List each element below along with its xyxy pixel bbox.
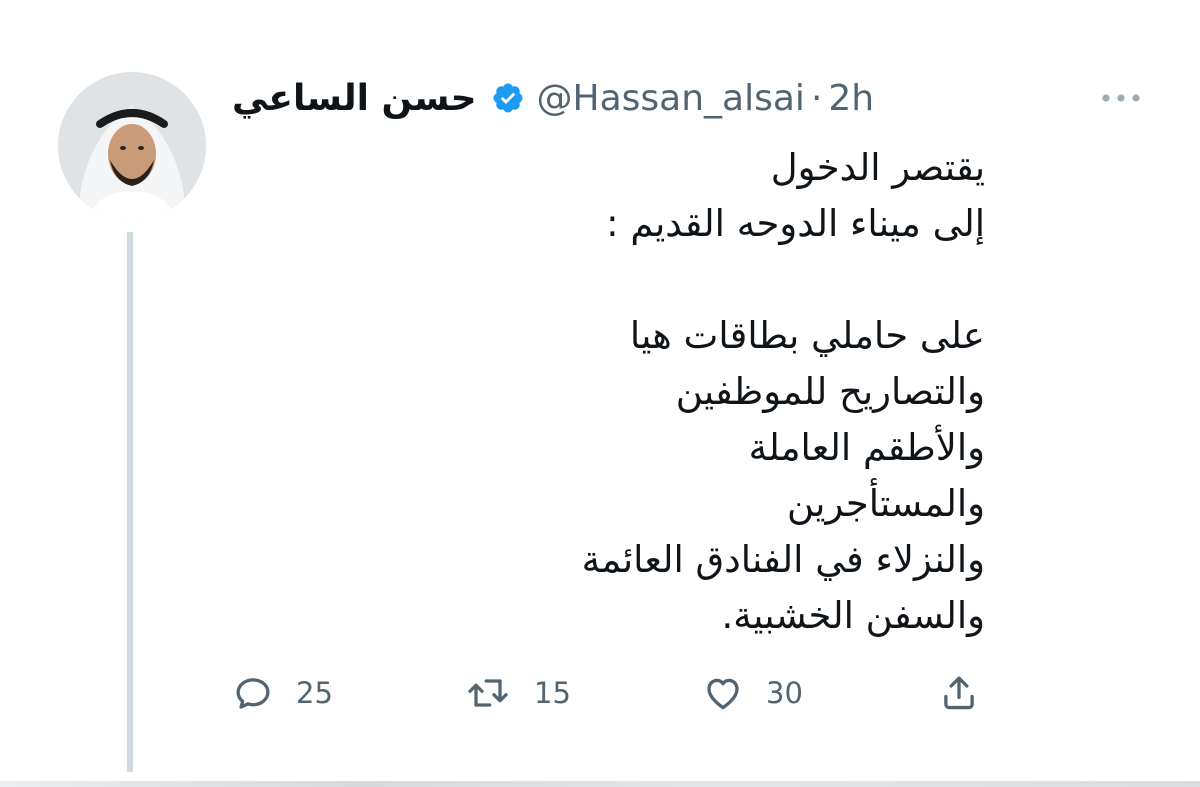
thread-connector-line [127,232,133,772]
next-tweet-edge-divider [0,781,1200,787]
tweet-body: يقتصر الدخول إلى ميناء الدوحه القديم : ع… [225,140,985,644]
reply-count: 25 [296,676,333,710]
like-button[interactable]: 30 [702,668,803,718]
retweet-count: 15 [534,676,571,710]
tweet-body-line: والتصاريح للموظفين [675,370,985,413]
retweet-arrows-icon [468,679,508,707]
reply-bubble-icon [236,678,270,709]
avatar-portrait-icon [58,72,206,220]
reply-button[interactable]: 25 [232,668,333,718]
tweet-body-line: يقتصر الدخول [770,146,985,189]
tweet-header: حسن الساعي @Hassan_alsai · 2h [232,72,874,124]
tweet-body-line: والنزلاء في الفنادق العائمة [581,538,985,581]
author-avatar[interactable] [58,72,206,220]
verified-badge-icon [491,81,525,115]
tweet-body-line: والسفن الخشبية. [721,594,985,637]
author-name[interactable]: حسن الساعي [232,78,477,119]
heart-icon [707,678,739,710]
tweet-body-line: والمستأجرين [786,482,985,525]
tweet-timestamp[interactable]: 2h [828,78,874,119]
tweet-card[interactable]: حسن الساعي @Hassan_alsai · 2h يقتصر الدخ… [0,0,1200,787]
header-separator: · [810,77,823,119]
like-count: 30 [766,676,803,710]
author-handle[interactable]: @Hassan_alsai [537,78,805,119]
tweet-body-blank-line [225,252,985,308]
tweet-actions-bar: 25 15 30 [232,668,992,718]
tweet-body-line: إلى ميناء الدوحه القديم : [606,202,985,245]
share-upload-icon [944,676,974,710]
share-button[interactable] [938,668,980,718]
retweet-button[interactable]: 15 [464,668,571,718]
more-dots-icon[interactable] [1098,86,1144,110]
tweet-body-line: والأطقم العاملة [748,426,985,469]
tweet-body-line: على حاملي بطاقات هيا [629,314,985,357]
